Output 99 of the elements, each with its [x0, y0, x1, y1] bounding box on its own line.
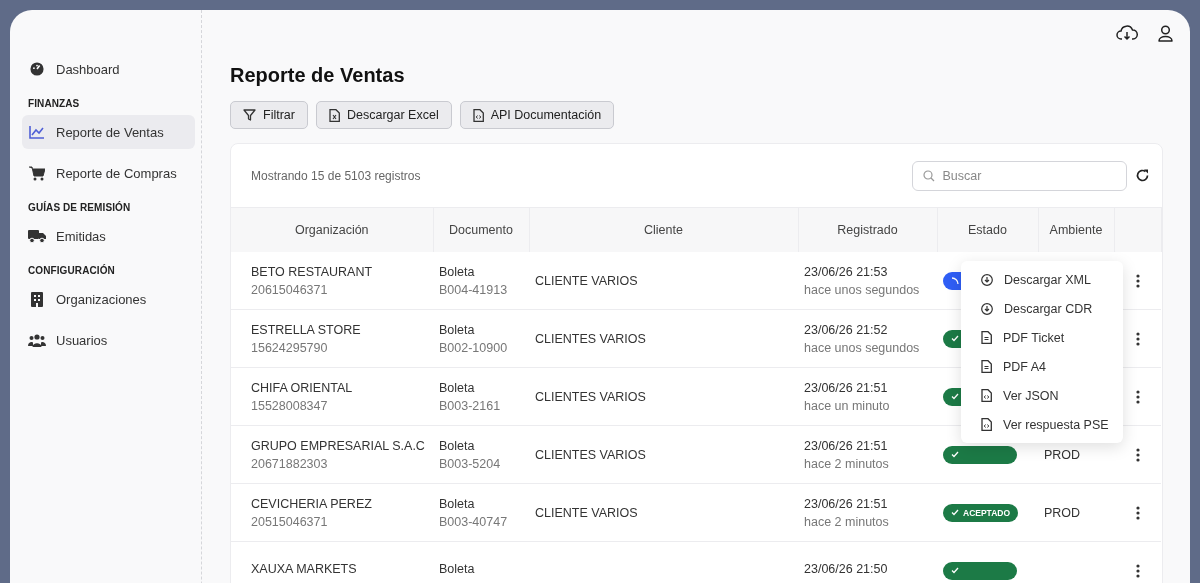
menu-item[interactable]: Ver respuesta PSE: [961, 410, 1123, 439]
nav-item[interactable]: Reporte de Compras: [22, 156, 195, 190]
toolbar-button[interactable]: Filtrar: [230, 101, 308, 129]
document-type: Boleta: [439, 438, 476, 453]
toolbar-button[interactable]: API Documentación: [459, 101, 615, 129]
code-file-icon: [472, 108, 484, 122]
check-icon: [951, 393, 959, 400]
record-count: Mostrando 15 de 5103 registros: [251, 168, 422, 183]
client-name: CLIENTE VARIOS: [535, 273, 638, 288]
cloud-download-icon[interactable]: [1115, 25, 1138, 41]
user-icon[interactable]: [1157, 24, 1173, 42]
environment: PROD: [1044, 505, 1081, 520]
relative-time: hace unos segundos: [804, 282, 921, 297]
code-file-icon: [981, 418, 992, 431]
search-field[interactable]: Buscar: [911, 160, 1127, 191]
download-icon: [981, 273, 993, 286]
client-name: CLIENTES VARIOS: [535, 331, 646, 346]
document-number: B003-40747: [439, 514, 509, 529]
building-icon: [31, 291, 43, 307]
refresh-icon[interactable]: [1134, 168, 1150, 183]
status-badge: ACEPTADO: [943, 503, 1019, 522]
column-header: Registrado: [798, 207, 937, 252]
column-header: Organización: [231, 207, 433, 252]
client-name: CLIENTES VARIOS: [535, 389, 646, 404]
document-number: B003-2161: [439, 398, 502, 413]
registered-date: 23/06/26 21:51: [804, 438, 889, 453]
relative-time: hace 2 minutos: [804, 456, 890, 471]
document-type: Boleta: [439, 496, 476, 511]
nav-section-heading: CONFIGURACIÓN: [28, 265, 116, 276]
client-name: CLIENTE VARIOS: [535, 505, 638, 520]
nav-item[interactable]: Organizaciones: [22, 282, 195, 316]
document-type: Boleta: [439, 561, 476, 576]
gauge-icon: [30, 62, 44, 76]
registered-date: 23/06/26 21:51: [804, 380, 889, 395]
more-options-icon[interactable]: [1135, 331, 1140, 346]
document-type: Boleta: [439, 264, 476, 279]
client-name: CLIENTES VARIOS: [535, 447, 646, 462]
organization-name: ESTRELLA STORE: [251, 322, 362, 337]
document-icon: [981, 360, 992, 373]
truck-icon: [28, 229, 46, 243]
cart-icon: [29, 165, 45, 181]
document-number: B004-41913: [439, 282, 509, 297]
tax-id: 15624295790: [251, 340, 329, 355]
relative-time: hace un minuto: [804, 398, 891, 413]
spinner-icon: [951, 276, 959, 285]
tax-id: 15528008347: [251, 398, 329, 413]
more-options-icon[interactable]: [1135, 563, 1140, 578]
column-header: Ambiente: [1038, 207, 1114, 252]
page-title: Reporte de Ventas: [230, 64, 406, 87]
nav-item[interactable]: Reporte de Ventas: [22, 115, 195, 149]
tax-id: 20615046371: [251, 282, 329, 297]
registered-date: 23/06/26 21:50: [804, 561, 889, 576]
download-icon: [981, 302, 993, 315]
menu-item[interactable]: Descargar CDR: [961, 294, 1123, 323]
document-number: B003-5204: [439, 456, 502, 471]
check-icon: [951, 451, 959, 458]
column-header: Cliente: [529, 207, 798, 252]
relative-time: hace 2 minutos: [804, 514, 890, 529]
more-options-icon[interactable]: [1135, 505, 1140, 520]
document-icon: [981, 331, 992, 344]
code-file-icon: [981, 389, 992, 402]
menu-item[interactable]: PDF A4: [961, 352, 1123, 381]
document-type: Boleta: [439, 380, 476, 395]
search-icon: [922, 169, 935, 182]
check-icon: [951, 335, 959, 342]
line-chart-icon: [29, 125, 45, 139]
organization-name: BETO RESTAURANT: [251, 264, 374, 279]
environment: PROD: [1044, 447, 1081, 462]
column-header: Estado: [937, 207, 1038, 252]
organization-name: CHIFA ORIENTAL: [251, 380, 354, 395]
more-options-icon[interactable]: [1135, 389, 1140, 404]
registered-date: 23/06/26 21:53: [804, 264, 889, 279]
nav-item[interactable]: Emitidas: [22, 219, 195, 253]
menu-item[interactable]: Descargar XML: [961, 265, 1123, 294]
nav-section-heading: GUÍAS DE REMISIÓN: [28, 202, 132, 213]
registered-date: 23/06/26 21:51: [804, 496, 889, 511]
toolbar-button[interactable]: Descargar Excel: [315, 101, 452, 129]
menu-item[interactable]: Ver JSON: [961, 381, 1123, 410]
organization-name: XAUXA MARKETS: [251, 561, 358, 576]
relative-time: hace unos segundos: [804, 340, 921, 355]
check-icon: [951, 567, 959, 574]
tax-id: 20671882303: [251, 456, 329, 471]
users-icon: [28, 333, 46, 347]
document-type: Boleta: [439, 322, 476, 337]
menu-item[interactable]: PDF Ticket: [961, 323, 1123, 352]
document-number: B002-10900: [439, 340, 509, 355]
more-options-icon[interactable]: [1135, 447, 1140, 462]
more-options-icon[interactable]: [1135, 273, 1140, 288]
organization-name: GRUPO EMPRESARIAL S.A.C: [251, 438, 426, 453]
nav-section-heading: FINANZAS: [28, 98, 81, 109]
registered-date: 23/06/26 21:52: [804, 322, 889, 337]
check-icon: [951, 509, 959, 516]
organization-name: CEVICHERIA PEREZ: [251, 496, 373, 511]
column-header: Documento: [433, 207, 529, 252]
filter-icon: [243, 109, 256, 121]
spreadsheet-file-icon: [328, 108, 340, 122]
nav-item[interactable]: Usuarios: [22, 323, 195, 357]
tax-id: 20515046371: [251, 514, 329, 529]
nav-item[interactable]: Dashboard: [22, 52, 195, 86]
